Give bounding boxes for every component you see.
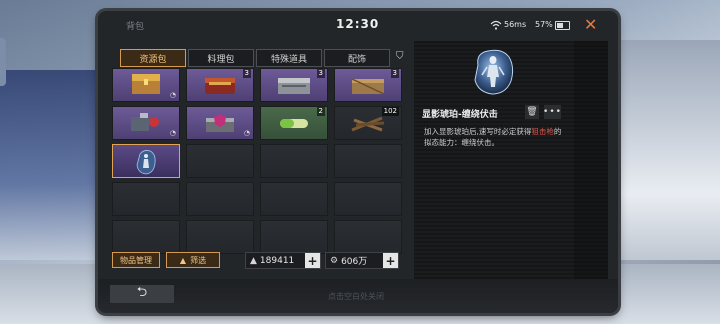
status-bar: 背包 12:30 56ms 57% ✕ [98,11,618,39]
close-hint: 点击空白处关闭 [328,292,384,301]
item-quantity: 2 [316,107,325,116]
empty-slot[interactable] [186,182,254,216]
back-arrow-icon: ⮌ [136,285,148,300]
empty-slot[interactable] [186,144,254,178]
wifi-icon [490,20,502,30]
add-tokens-button[interactable]: + [383,253,398,268]
empty-slot[interactable] [334,144,402,178]
inventory-toolbar: 物品管理 ▲ 筛选 ▲ 189411 + ⚙ 606万 + [112,252,412,272]
empty-slot[interactable] [186,220,254,254]
backpack-window: 背包 12:30 56ms 57% ✕ 资源包 料理包 特殊道具 配饰 ⛉ ◔ 3… [98,11,618,313]
item-quantity: 102 [381,107,399,116]
background-building [0,70,110,260]
supply-bundle-icon [131,113,159,131]
tab-special-items[interactable]: 特殊道具 [256,49,322,67]
clock: 12:30 [336,17,380,31]
inventory-slot-metal-case[interactable]: 3 [260,68,328,102]
inventory-slot-shield-box[interactable]: ◔ [186,106,254,140]
coin-pile-icon: ▲ [250,255,257,266]
metal-case-icon [278,78,310,94]
tab-food-pack[interactable]: 料理包 [188,49,254,67]
tab-resource-pack[interactable]: 资源包 [120,49,186,67]
gear-token-icon: ⚙ [330,255,339,266]
back-button[interactable]: ⮌ [110,285,174,303]
battery-percent: 57% [535,20,553,29]
token-balance: ⚙ 606万 + [325,252,399,269]
inventory-slot-amber[interactable] [112,144,180,178]
filter-icon: ▲ [179,255,187,265]
detail-side-strip [574,41,608,279]
filter-label: 筛选 [190,255,207,265]
item-quantity: 3 [242,69,251,78]
add-coins-button[interactable]: + [305,253,320,268]
ping-value: 56ms [504,20,527,29]
background-snow-building [610,40,720,260]
empty-slot[interactable] [334,220,402,254]
close-icon[interactable]: ✕ [584,15,597,34]
alert-icon[interactable]: ⛉ [396,51,404,62]
owned-check-icon: ◔ [169,129,176,137]
amber-preview-icon [474,49,514,95]
trash-icon[interactable]: 🗑 [525,105,539,119]
treasure-chest-icon [132,74,160,94]
empty-slot[interactable] [112,220,180,254]
battery-icon [555,21,570,30]
coin-amount: 189411 [259,255,295,266]
coin-balance: ▲ 189411 + [245,252,321,269]
inventory-slot-treasure-chest[interactable]: ◔ [112,68,180,102]
desc-highlight: 狙击枪 [531,127,554,136]
battery-fill [557,23,564,28]
item-detail-panel: 显影琥珀-缠绕伏击 🗑 ••• 加入显影琥珀后,速写时必定获得狙击枪的拟态能力：… [414,41,608,279]
inventory-slot-supply-bundle[interactable]: ◔ [112,106,180,140]
inventory-slot-red-chest[interactable]: 3 [186,68,254,102]
capsule-icon [280,119,308,128]
red-chest-icon [205,78,235,94]
tab-accessories[interactable]: 配饰 [324,49,390,67]
empty-slot[interactable] [334,182,402,216]
shield-box-icon [206,114,234,132]
inventory-panel: 资源包 料理包 特殊道具 配饰 ⛉ ◔ 3 3 3 ◔ ◔ 2 102 [110,49,410,286]
owned-check-icon: ◔ [243,129,250,137]
more-options-icon[interactable]: ••• [543,105,561,119]
empty-slot[interactable] [260,182,328,216]
amber-icon [136,150,156,175]
footer-bar: ⮌ 点击空白处关闭 [98,279,618,313]
item-description: 加入显影琥珀后,速写时必定获得狙击枪的拟态能力：缠绕伏击。 [424,126,568,148]
empty-slot[interactable] [260,144,328,178]
item-name: 显影琥珀-缠绕伏击 [422,110,498,120]
filter-button[interactable]: ▲ 筛选 [166,252,220,268]
inventory-slot-wooden-crate[interactable]: 3 [334,68,402,102]
wooden-crate-icon [351,78,385,95]
item-quantity: 3 [316,69,325,78]
item-quantity: 3 [390,69,399,78]
empty-slot[interactable] [112,182,180,216]
category-tabs: 资源包 料理包 特殊道具 配饰 [120,49,390,67]
manage-items-button[interactable]: 物品管理 [112,252,160,268]
owned-check-icon: ◔ [169,91,176,99]
desc-part-1: 加入显影琥珀后,速写时必定获得 [424,127,532,136]
inventory-slot-capsule[interactable]: 2 [260,106,328,140]
token-amount: 606万 [341,257,368,267]
side-handle[interactable] [0,38,6,86]
empty-slot[interactable] [260,220,328,254]
window-title: 背包 [126,22,145,32]
inventory-slot-wood-pile[interactable]: 102 [334,106,402,140]
